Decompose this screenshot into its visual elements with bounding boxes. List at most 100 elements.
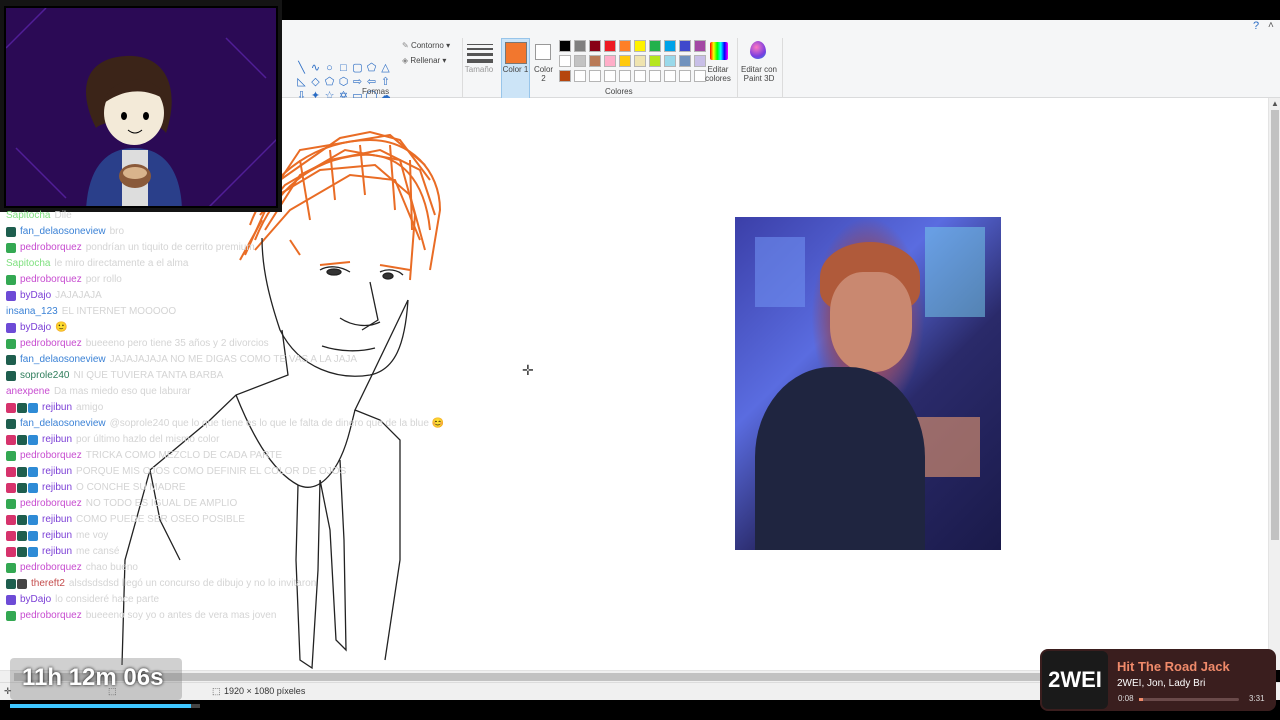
- chat-username: byDajo: [20, 322, 52, 333]
- size-label[interactable]: Tamaño: [463, 65, 495, 74]
- palette-swatch[interactable]: [694, 40, 706, 52]
- chat-badges: [6, 483, 38, 493]
- screen: ╲ ∿ ○ □ ▢ ⬠ △ ◺ ◇ ⬠ ⬡ ⇨ ⇦ ⇧ ⇩ ✦ ☆ ✡ ▭ ◯ …: [0, 0, 1280, 720]
- palette-swatch[interactable]: [604, 70, 616, 82]
- shapes-gallery[interactable]: ╲ ∿ ○ □ ▢ ⬠ △ ◺ ◇ ⬠ ⬡ ⇨ ⇦ ⇧ ⇩ ✦ ☆ ✡ ▭ ◯ …: [295, 62, 397, 102]
- chat-badges: [6, 371, 16, 381]
- diamond-shape-icon[interactable]: ◇: [309, 76, 322, 89]
- scroll-up-icon[interactable]: ▲: [1271, 99, 1279, 108]
- paint3d-icon[interactable]: [750, 41, 766, 59]
- palette-swatch[interactable]: [619, 70, 631, 82]
- chat-badge-icon: [6, 451, 16, 461]
- contour-button[interactable]: ✎ Contorno ▾: [402, 41, 450, 50]
- chat-badge-icon: [6, 227, 16, 237]
- stream-timer: 11h 12m 06s: [10, 658, 182, 700]
- chat-message: thereft2 alsdsdsdsd llegó un concurso de …: [6, 576, 316, 592]
- collapse-ribbon-icon[interactable]: ˄: [1268, 20, 1274, 31]
- chat-message: insana_123 EL INTERNET MOOOOO: [6, 304, 176, 320]
- palette-swatch[interactable]: [664, 40, 676, 52]
- line-shape-icon[interactable]: ╲: [295, 62, 308, 75]
- chat-message: fan_delaosoneview bro: [6, 224, 124, 240]
- photo-face: [830, 272, 912, 372]
- palette-swatch[interactable]: [664, 55, 676, 67]
- palette-swatch[interactable]: [559, 40, 571, 52]
- palette-swatch[interactable]: [589, 40, 601, 52]
- chat-badges: [6, 291, 16, 301]
- palette-swatch[interactable]: [589, 70, 601, 82]
- palette-swatch[interactable]: [574, 40, 586, 52]
- chat-badge-icon: [6, 515, 16, 525]
- palette-swatch[interactable]: [589, 55, 601, 67]
- palette-swatch[interactable]: [574, 55, 586, 67]
- fill-button[interactable]: ◈ Rellenar ▾: [402, 56, 446, 65]
- chat-username: rejibun: [42, 402, 73, 413]
- chat-message: pedroborquez bueeeno soy yo o antes de ve…: [6, 608, 276, 624]
- chat-badge-icon: [6, 243, 16, 253]
- chat-text: @soprole240 que lo que tiene es lo que l…: [109, 418, 445, 429]
- chat-username: rejibun: [42, 530, 73, 541]
- chat-badge-icon: [17, 515, 27, 525]
- scrollbar-thumb[interactable]: [1271, 110, 1279, 540]
- chat-message: Sapitocha Dile: [6, 208, 72, 224]
- chat-message: pedroborquez bueeeno pero tiene 35 años y…: [6, 336, 269, 352]
- chat-message: soprole240 NI QUE TUVIERA TANTA BARBA: [6, 368, 223, 384]
- chat-badge-icon: [6, 563, 16, 573]
- palette-swatch[interactable]: [604, 55, 616, 67]
- size-icon[interactable]: [467, 42, 493, 63]
- palette-swatch[interactable]: [634, 40, 646, 52]
- chat-message: byDajo JAJAJAJA: [6, 288, 102, 304]
- chat-badge-icon: [6, 595, 16, 605]
- chat-username: rejibun: [42, 546, 73, 557]
- right-triangle-shape-icon[interactable]: ◺: [295, 76, 308, 89]
- chat-text: bueeeno pero tiene 35 años y 2 divorcios: [85, 338, 269, 349]
- help-icon[interactable]: ?: [1253, 20, 1259, 32]
- palette-swatch[interactable]: [634, 70, 646, 82]
- vertical-scrollbar[interactable]: ▲: [1268, 98, 1280, 670]
- palette-swatch[interactable]: [574, 70, 586, 82]
- chat-message: fan_delaosoneview JAJAJAJAJA NO ME DIGAS …: [6, 352, 357, 368]
- rectangle-shape-icon[interactable]: □: [337, 62, 350, 75]
- color2-swatch[interactable]: [535, 44, 551, 60]
- chat-username: pedroborquez: [20, 338, 82, 349]
- palette-swatch[interactable]: [664, 70, 676, 82]
- palette-swatch[interactable]: [619, 40, 631, 52]
- chat-badges: [6, 467, 38, 477]
- curve-shape-icon[interactable]: ∿: [309, 62, 322, 75]
- palette-swatch[interactable]: [679, 40, 691, 52]
- polygon-shape-icon[interactable]: ⬠: [365, 62, 378, 75]
- chat-badge-icon: [6, 371, 16, 381]
- album-cover-text: 2WEI: [1048, 667, 1102, 692]
- palette-swatch[interactable]: [679, 55, 691, 67]
- chat-text: COMO PUEDE SER OSEO POSIBLE: [76, 514, 245, 525]
- chat-username: soprole240: [20, 370, 70, 381]
- palette-swatch[interactable]: [604, 40, 616, 52]
- pentagon-shape-icon[interactable]: ⬠: [323, 76, 336, 89]
- oval-shape-icon[interactable]: ○: [323, 62, 336, 75]
- timer-progress-fill: [10, 704, 191, 708]
- triangle-shape-icon[interactable]: △: [379, 62, 392, 75]
- chat-text: bro: [109, 226, 125, 237]
- edit-paint3d-label[interactable]: Editar con Paint 3D: [738, 65, 780, 83]
- chat-text: le miro directamente a el alma: [54, 258, 189, 269]
- palette-swatch[interactable]: [619, 55, 631, 67]
- rounded-rectangle-shape-icon[interactable]: ▢: [351, 62, 364, 75]
- brush-icon: ✎: [402, 41, 409, 50]
- palette-swatch[interactable]: [649, 70, 661, 82]
- edit-colors-icon[interactable]: [710, 42, 728, 60]
- hexagon-shape-icon[interactable]: ⬡: [337, 76, 350, 89]
- chat-overlay: Sapitocha Dile fan_delaosoneview bropedrobo…: [0, 208, 444, 628]
- palette-swatch[interactable]: [649, 55, 661, 67]
- palette-swatch[interactable]: [634, 55, 646, 67]
- palette-swatch[interactable]: [679, 70, 691, 82]
- edit-colors-label[interactable]: Editar colores: [700, 65, 736, 83]
- shapes-group-label: Formas: [362, 87, 390, 96]
- palette-swatch[interactable]: [559, 70, 571, 82]
- chat-username: rejibun: [42, 434, 73, 445]
- chat-text: NO TODO ES IGUAL DE AMPLIO: [85, 498, 238, 509]
- track-title: Hit The Road Jack: [1117, 659, 1230, 674]
- palette-swatch[interactable]: [559, 55, 571, 67]
- color2-label[interactable]: Color 2: [531, 65, 556, 83]
- chat-badge-icon: [17, 531, 27, 541]
- palette-swatch[interactable]: [649, 40, 661, 52]
- chat-text: 🙂: [55, 322, 68, 333]
